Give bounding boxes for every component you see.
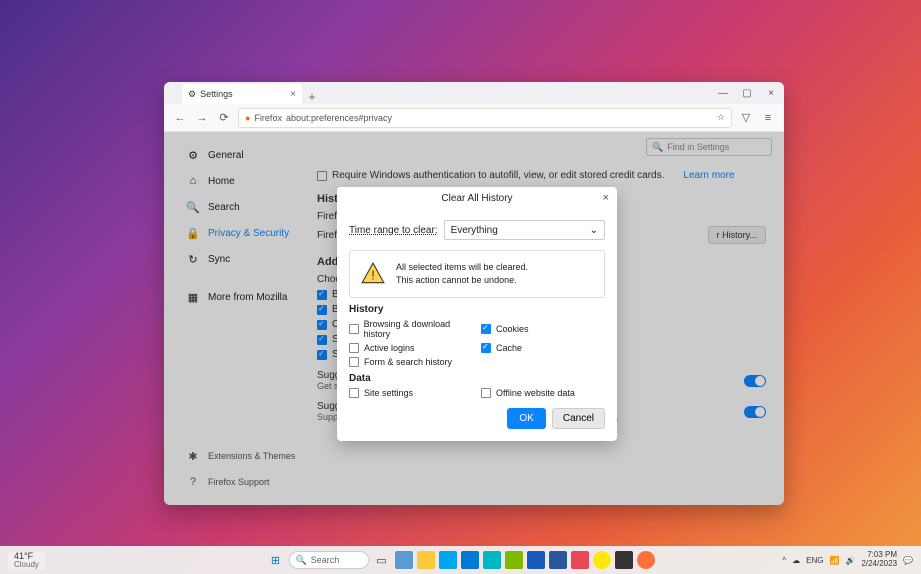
ok-button[interactable]: OK	[507, 408, 545, 429]
app-icon-5[interactable]	[483, 551, 501, 569]
tab-close-icon[interactable]: ×	[290, 89, 296, 100]
url-prefix: Firefox	[254, 113, 282, 123]
chk-site-settings[interactable]	[349, 388, 359, 398]
weather-cond: Cloudy	[14, 561, 39, 569]
tab-bar: ⚙ Settings × + — ▢ ×	[164, 82, 784, 104]
start-button[interactable]: ⊞	[267, 551, 285, 569]
app-icon-9[interactable]	[571, 551, 589, 569]
reload-button[interactable]: ⟳	[216, 110, 232, 126]
volume-icon[interactable]: 🔊	[845, 556, 855, 565]
tab-settings[interactable]: ⚙ Settings ×	[182, 84, 302, 104]
clear-history-dialog: Clear All History × Time range to clear:…	[337, 187, 617, 441]
clock[interactable]: 7:03 PM 2/24/2023	[861, 551, 897, 569]
system-tray: ^ ☁ ENG 📶 🔊 7:03 PM 2/24/2023 💬	[782, 551, 913, 569]
cancel-button[interactable]: Cancel	[552, 408, 605, 429]
tray-chevron-icon[interactable]: ^	[782, 556, 786, 565]
new-tab-button[interactable]: +	[302, 90, 322, 104]
pocket-icon[interactable]: ▽	[738, 110, 754, 126]
date: 2/24/2023	[861, 560, 897, 569]
warn-line2: This action cannot be undone.	[396, 274, 528, 287]
notifications-icon[interactable]: 💬	[903, 556, 913, 565]
time-range-select[interactable]: Everything ⌄	[444, 220, 605, 240]
chk-cache[interactable]	[481, 343, 491, 353]
history-section-heading: History	[349, 304, 605, 315]
window-controls: — ▢ ×	[716, 86, 778, 100]
url-bar[interactable]: ● Firefox about:preferences#privacy ☆	[238, 108, 732, 128]
warn-line1: All selected items will be cleared.	[396, 261, 528, 274]
close-window-button[interactable]: ×	[764, 86, 778, 100]
maximize-button[interactable]: ▢	[740, 86, 754, 100]
back-button[interactable]: ←	[172, 110, 188, 126]
menu-button[interactable]: ≡	[760, 110, 776, 126]
forward-button[interactable]: →	[194, 110, 210, 126]
taskbar-search[interactable]: 🔍Search	[289, 551, 369, 569]
url-text: about:preferences#privacy	[286, 113, 392, 123]
app-icon-6[interactable]	[505, 551, 523, 569]
app-icon-1[interactable]	[395, 551, 413, 569]
taskbar-center: ⊞ 🔍Search ▭	[267, 551, 655, 569]
dialog-title-bar: Clear All History ×	[337, 187, 617, 210]
warning-icon: !	[360, 261, 386, 287]
app-icon-11[interactable]	[615, 551, 633, 569]
app-icon-10[interactable]	[593, 551, 611, 569]
weather-widget[interactable]: 41°F Cloudy	[8, 552, 45, 569]
chk-browsing[interactable]	[349, 324, 359, 334]
chevron-down-icon: ⌄	[590, 225, 598, 236]
firefox-taskbar-icon[interactable]	[637, 551, 655, 569]
app-icon-4[interactable]	[461, 551, 479, 569]
windows-taskbar: 41°F Cloudy ⊞ 🔍Search ▭ ^ ☁ ENG 📶 🔊 7:03…	[0, 546, 921, 574]
svg-text:!: !	[371, 267, 375, 282]
app-icon-3[interactable]	[439, 551, 457, 569]
nav-bar: ← → ⟳ ● Firefox about:preferences#privac…	[164, 104, 784, 132]
dialog-close-icon[interactable]: ×	[603, 192, 609, 204]
minimize-button[interactable]: —	[716, 86, 730, 100]
wifi-icon[interactable]: 📶	[830, 556, 840, 565]
lang-indicator[interactable]: ENG	[806, 556, 823, 565]
app-icon-2[interactable]	[417, 551, 435, 569]
chk-form[interactable]	[349, 357, 359, 367]
onedrive-icon[interactable]: ☁	[792, 556, 800, 565]
time-range-value: Everything	[451, 225, 498, 236]
bookmark-star-icon[interactable]: ☆	[717, 112, 725, 123]
app-icon-7[interactable]	[527, 551, 545, 569]
search-icon: 🔍	[296, 555, 307, 566]
task-view-icon[interactable]: ▭	[373, 551, 391, 569]
chk-logins[interactable]	[349, 343, 359, 353]
time-range-label: Time range to clear:	[349, 225, 438, 236]
firefox-icon: ●	[245, 113, 250, 123]
warning-box: ! All selected items will be cleared. Th…	[349, 250, 605, 298]
app-icon-8[interactable]	[549, 551, 567, 569]
chk-cookies[interactable]	[481, 324, 491, 334]
gear-icon: ⚙	[188, 89, 196, 100]
tab-title: Settings	[200, 89, 233, 99]
dialog-title: Clear All History	[441, 193, 512, 204]
data-section-heading: Data	[349, 373, 605, 384]
chk-offline-data[interactable]	[481, 388, 491, 398]
